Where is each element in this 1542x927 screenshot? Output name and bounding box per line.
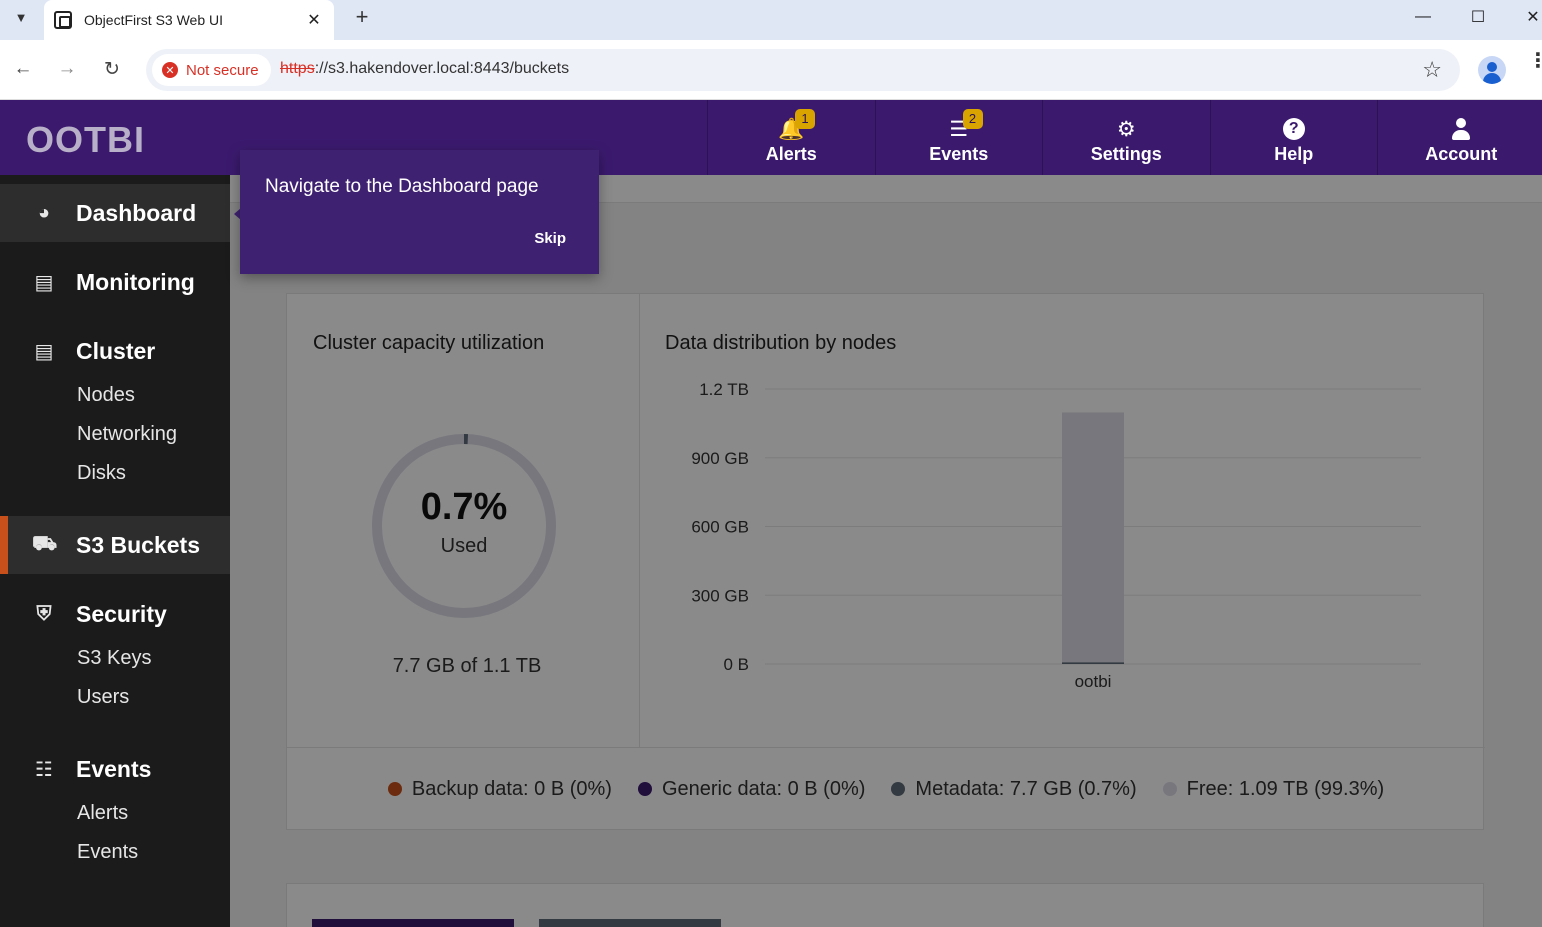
maximize-icon[interactable]: ☐ [1450,0,1506,34]
back-arrow-icon[interactable]: ← [8,54,38,84]
nav-account-label: Account [1425,144,1498,164]
sidebar-item-events[interactable]: ☷ Events [0,740,230,798]
bucket-icon: ⛟ [32,532,58,555]
address-bar[interactable]: ✕ Not secure https://s3.hakendover.local… [146,49,1460,91]
tab-title: ObjectFirst S3 Web UI [84,12,224,28]
nav-settings-label: Settings [1090,144,1162,164]
sidebar-item-events-list[interactable]: Events [77,841,138,864]
sidebar-item-s3-keys[interactable]: S3 Keys [77,647,151,670]
forward-arrow-icon[interactable]: → [52,54,82,84]
sidebar-item-nodes[interactable]: Nodes [77,384,135,407]
nav-alerts-label: Alerts [765,144,817,164]
url-text[interactable]: https://s3.hakendover.local:8443/buckets [280,60,569,78]
nav-account[interactable]: Account [1377,100,1542,175]
clipboard-list-icon: ☷ [35,758,53,781]
sidebar-item-security[interactable]: ⛨ Security [0,585,230,643]
browser-toolbar: ← → ↻ ✕ Not secure https://s3.hakendover… [0,40,1542,100]
security-label: Not secure [186,61,259,79]
events-badge: 2 [962,109,983,129]
nav-alerts[interactable]: 🔔 1 Alerts [707,100,875,175]
server-icon: ▤ [34,340,54,363]
sidebar-item-s3-buckets[interactable]: ⛟ S3 Buckets [0,516,230,574]
top-navigation: 🔔 1 Alerts ☰ 2 Events ⚙ Settings ? Help … [707,100,1542,175]
sidebar-item-monitoring[interactable]: ▤ Monitoring [0,253,230,311]
alerts-badge: 1 [795,109,815,129]
sidebar-item-dashboard[interactable]: ◕ Dashboard [0,184,230,242]
window-close-icon[interactable]: ✕ [1505,0,1542,34]
browser-menu-icon[interactable]: ⋮ [1528,51,1542,71]
bookmark-star-icon[interactable]: ☆ [1422,57,1442,83]
sidebar-item-users[interactable]: Users [77,686,129,709]
gear-icon: ⚙ [1116,118,1136,141]
tour-text: Navigate to the Dashboard page [265,176,539,197]
security-chip[interactable]: ✕ Not secure [152,54,271,86]
app-logo[interactable]: OOTBI [26,119,145,161]
url-scheme: https [280,60,315,77]
shield-icon: ⛨ [36,602,52,625]
nav-help[interactable]: ? Help [1209,100,1378,175]
warning-icon: ✕ [162,62,178,78]
reload-icon[interactable]: ↻ [97,54,127,84]
minimize-icon[interactable]: — [1395,0,1451,34]
tab-close-icon[interactable]: ✕ [304,10,324,30]
tour-skip-button[interactable]: Skip [534,230,566,247]
new-tab-button[interactable]: + [348,4,376,30]
user-icon [1450,118,1472,142]
tour-popup: Navigate to the Dashboard page Skip [240,150,599,274]
sidebar-item-alerts[interactable]: Alerts [77,802,128,825]
nav-events-label: Events [929,144,989,164]
sidebar-item-label: Monitoring [76,268,195,295]
sidebar-item-label: Security [76,600,167,627]
url-path: ://s3.hakendover.local:8443/buckets [314,60,570,77]
nav-settings[interactable]: ⚙ Settings [1042,100,1210,175]
sidebar-item-networking[interactable]: Networking [77,423,177,446]
bar-chart-icon: ▤ [34,271,54,294]
profile-avatar-icon[interactable] [1478,56,1506,84]
tour-overlay[interactable] [230,175,1542,927]
browser-tab-bar: ▼ ObjectFirst S3 Web UI ✕ + — ☐ ✕ [0,0,1542,40]
app-header: OOTBI 🔔 1 Alerts ☰ 2 Events ⚙ Settings ?… [0,100,1542,175]
nav-events[interactable]: ☰ 2 Events [874,100,1043,175]
site-favicon-icon [54,11,72,29]
sidebar-item-disks[interactable]: Disks [77,462,126,485]
sidebar-item-label: Dashboard [76,199,197,226]
sidebar: ◕ Dashboard ▤ Monitoring ▤ Cluster Nodes… [0,175,230,927]
tab-search-chevron-icon[interactable]: ▼ [6,4,36,30]
sidebar-item-label: Cluster [76,337,156,364]
speedometer-icon: ◕ [37,201,51,224]
nav-help-label: Help [1274,144,1314,164]
sidebar-item-label: Events [76,755,152,782]
browser-tab[interactable]: ObjectFirst S3 Web UI ✕ [44,0,334,40]
sidebar-item-label: S3 Buckets [76,531,201,558]
help-icon: ? [1282,118,1305,140]
sidebar-item-cluster[interactable]: ▤ Cluster [0,322,230,380]
